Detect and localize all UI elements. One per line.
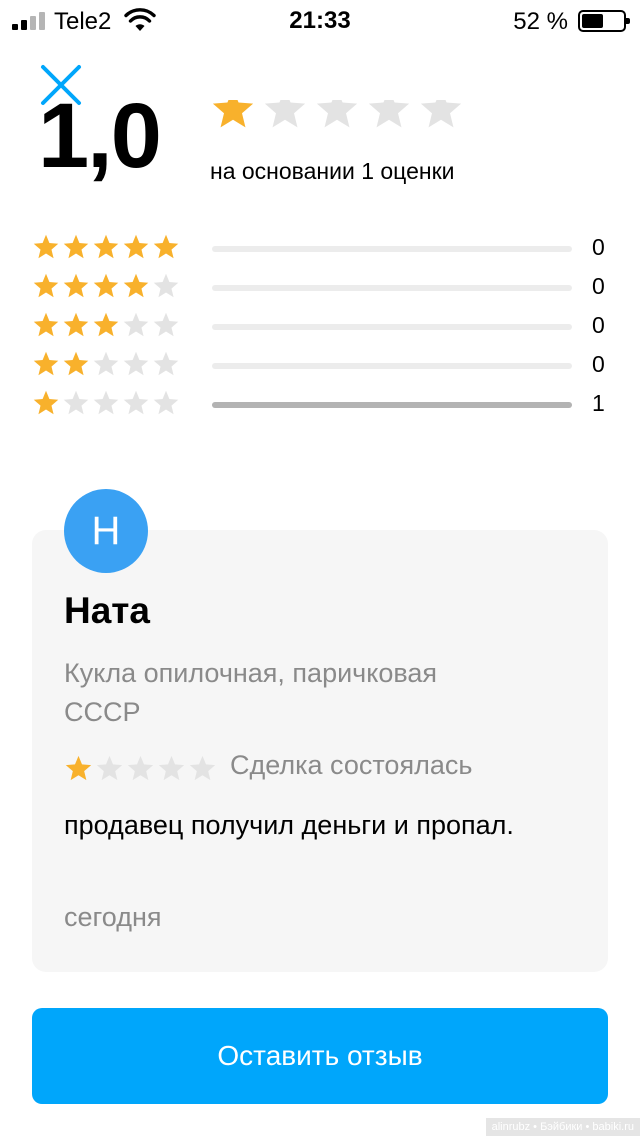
distribution-count: 0: [592, 312, 605, 338]
review-stars: [64, 754, 217, 783]
avatar: Н: [64, 489, 148, 573]
watermark: alinrubz • Бэйбики • babiki.ru: [485, 1118, 640, 1136]
distribution-bar-fill: [212, 402, 572, 408]
star-icon: [33, 273, 59, 298]
star-icon: [123, 312, 149, 337]
distribution-row: 0: [32, 271, 612, 301]
leave-review-button[interactable]: Оставить отзыв: [32, 1008, 608, 1104]
row-stars: [32, 311, 180, 339]
star-icon: [153, 234, 179, 259]
star-icon: [158, 755, 185, 781]
row-stars: [32, 272, 180, 300]
distribution-count: 0: [592, 273, 605, 299]
star-icon: [93, 312, 119, 337]
distribution-count: 0: [592, 234, 605, 260]
star-icon: [96, 755, 123, 781]
star-icon: [63, 351, 89, 376]
average-rating: 1,0: [38, 100, 160, 187]
star-icon: [93, 351, 119, 376]
star-icon: [93, 273, 119, 298]
star-icon: [123, 234, 149, 259]
star-icon: [123, 351, 149, 376]
row-stars: [32, 233, 180, 261]
review-date: сегодня: [64, 902, 162, 932]
distribution-count: 0: [592, 351, 605, 377]
star-icon: [153, 312, 179, 337]
summary-stars: [210, 100, 464, 144]
star-icon: [153, 273, 179, 298]
battery-percent: 52 %: [513, 8, 568, 35]
star-icon: [63, 273, 89, 298]
star-icon: [153, 390, 179, 415]
distribution-count: 1: [592, 390, 605, 416]
reviewer-name: Ната: [64, 590, 150, 631]
row-stars: [32, 389, 180, 417]
star-icon: [93, 234, 119, 259]
distribution-bar: [212, 402, 572, 408]
distribution-bar: [212, 363, 572, 369]
distribution-row: 0: [32, 349, 612, 379]
star-icon: [65, 755, 92, 781]
star-icon: [33, 390, 59, 415]
review-text: продавец получил деньги и пропал.: [64, 810, 514, 840]
star-icon: [63, 234, 89, 259]
battery-icon: [578, 10, 630, 32]
item-title: Кукла опилочная, паричковая СССР: [64, 658, 438, 727]
row-stars: [32, 350, 180, 378]
star-icon: [123, 390, 149, 415]
star-icon: [33, 234, 59, 259]
star-icon: [127, 755, 154, 781]
star-icon: [63, 390, 89, 415]
star-icon: [264, 100, 306, 128]
star-icon: [368, 100, 410, 128]
star-icon: [33, 312, 59, 337]
rating-basis: на основании 1 оценки: [210, 158, 455, 184]
star-icon: [189, 755, 216, 781]
distribution-row: 0: [32, 232, 612, 262]
distribution-row: 0: [32, 310, 612, 340]
distribution-row: 1: [32, 388, 612, 418]
distribution-bar: [212, 246, 572, 252]
star-icon: [316, 100, 358, 128]
star-icon: [420, 100, 462, 128]
distribution-bar: [212, 324, 572, 330]
status-bar: Tele2 21:33 52 %: [0, 0, 640, 40]
distribution-bar: [212, 285, 572, 291]
star-icon: [93, 390, 119, 415]
star-icon: [153, 351, 179, 376]
star-icon: [63, 312, 89, 337]
star-icon: [123, 273, 149, 298]
star-icon: [33, 351, 59, 376]
deal-status: Сделка состоялась: [230, 750, 473, 780]
star-icon: [212, 100, 254, 128]
